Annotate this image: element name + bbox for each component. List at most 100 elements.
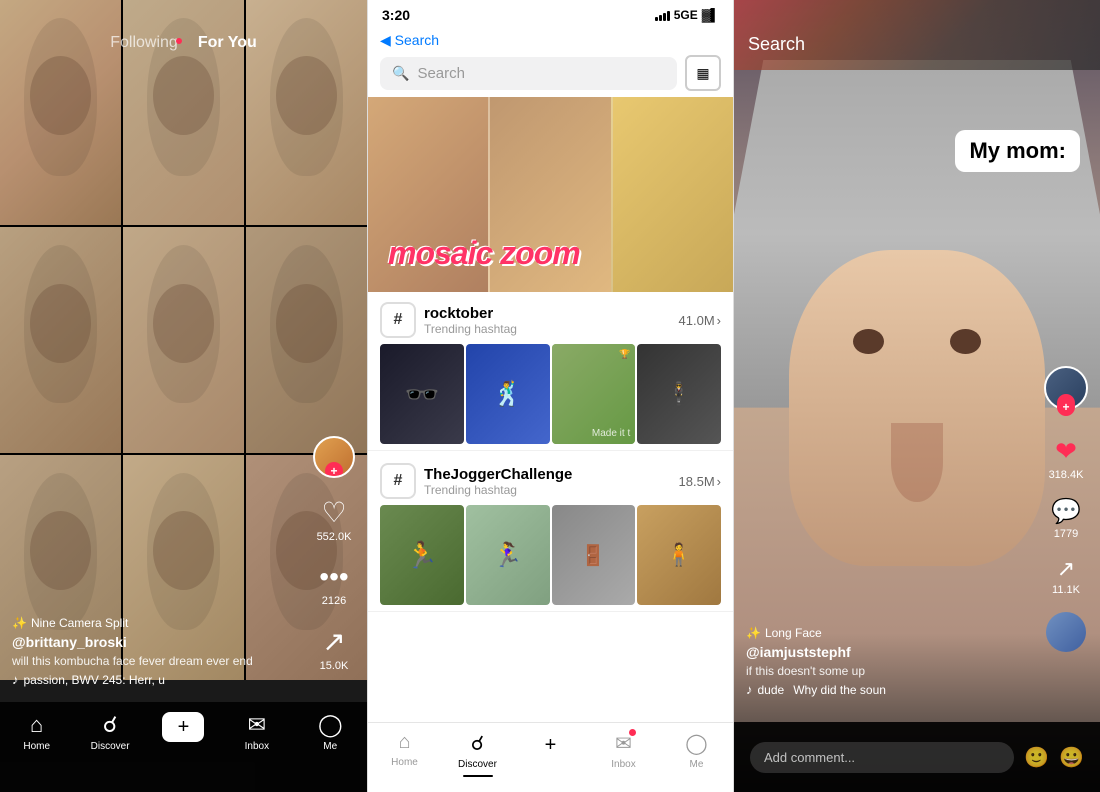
thumb-2-3[interactable]: 🚪	[552, 505, 636, 605]
p1-tab-me[interactable]: ◯ Me	[305, 712, 355, 752]
hashtag-name-1[interactable]: rocktober	[424, 305, 517, 322]
share-action-3[interactable]: ↗ 11.1K	[1052, 556, 1080, 596]
music-name-3a: dude	[758, 683, 785, 697]
hashtag-name-2[interactable]: TheJoggerChallenge	[424, 466, 572, 483]
comment-action-3[interactable]: 💬 1779	[1051, 497, 1081, 540]
hashtag-count-2: 18.5M ›	[679, 474, 721, 489]
comment-input-3[interactable]: Add comment...	[750, 742, 1014, 773]
comment-count-3: 1779	[1054, 528, 1078, 540]
like-action-1[interactable]: ♡ 552.0K	[317, 496, 352, 543]
hashtag-left-2: # TheJoggerChallenge Trending hashtag	[380, 463, 572, 499]
banner-face-3	[611, 97, 733, 292]
hashtag-thumbs-2: 🏃 🏃‍♀️ 🚪 🧍	[380, 505, 721, 605]
like-count-3: 318.4K	[1049, 469, 1084, 481]
p1-tab-inbox[interactable]: ✉ Inbox	[232, 712, 282, 752]
effect-name-1: Nine Camera Split	[31, 616, 128, 630]
grid-cell-5	[123, 227, 244, 452]
hashtag-section-2: # TheJoggerChallenge Trending hashtag 18…	[368, 453, 733, 612]
heart-icon-3: ❤	[1055, 436, 1077, 467]
share-icon-1: ↗	[322, 625, 345, 658]
add-button-2[interactable]: +	[530, 731, 572, 759]
back-arrow-2[interactable]: ◀ Search	[380, 32, 439, 49]
music-note-icon-3: ♪	[746, 682, 753, 697]
reaction-icon: 😀	[1059, 745, 1084, 770]
phone-3-screen: 3:19 5GE ▓▌ Search My mom: + ❤ 318.4K 💬	[734, 0, 1100, 792]
hashtag-section-1: # rocktober Trending hashtag 41.0M › 🕶️ …	[368, 292, 733, 451]
for-you-tab[interactable]: For You	[198, 34, 257, 52]
face-area	[789, 250, 1045, 566]
smiley-icon: 🙂	[1024, 745, 1049, 770]
thumb-2-1[interactable]: 🏃	[380, 505, 464, 605]
following-tab[interactable]: Following	[110, 34, 178, 52]
comment-action-1[interactable]: ••• 2126	[319, 561, 348, 607]
search-icon-p2: 🔍	[392, 65, 409, 82]
comment-icon-3: 💬	[1051, 497, 1081, 526]
creator-avatar-1[interactable]	[313, 436, 355, 478]
mouth-area	[891, 423, 942, 502]
battery-2: ▓▌	[702, 8, 719, 22]
hash-icon-1: #	[380, 302, 416, 338]
p2-inbox-label: Inbox	[611, 759, 635, 770]
follow-plus-icon[interactable]: +	[1057, 398, 1075, 416]
p1-bottom-nav: ⌂ Home ☌ Discover + ✉ Inbox ◯ Me	[0, 702, 367, 792]
status-bar-2: 3:20 5GE ▓▌	[368, 0, 733, 28]
p2-tab-inbox[interactable]: ✉ Inbox	[599, 731, 649, 770]
hashtag-thumbs-1: 🕶️ 🕺 Made it t 🏆 🕴️	[380, 344, 721, 444]
video-caption-1: will this kombucha face fever dream ever…	[12, 654, 297, 668]
back-arrow-3[interactable]: Search	[748, 34, 805, 55]
hashtag-info-1: rocktober Trending hashtag	[424, 305, 517, 336]
following-dot	[176, 38, 182, 44]
p2-discover-label: Discover	[458, 759, 497, 770]
thumb-1-1[interactable]: 🕶️	[380, 344, 464, 444]
p2-tab-home[interactable]: ⌂ Home	[380, 731, 430, 768]
p1-tab-discover[interactable]: ☌ Discover	[85, 712, 135, 752]
p2-bottom-nav: ⌂ Home ☌ Discover + ✉ Inbox ◯ Me	[368, 722, 733, 792]
creator-username-3[interactable]: @iamjuststephf	[746, 644, 1030, 660]
hashtag-count-val-2: 18.5M	[679, 474, 715, 489]
scan-icon[interactable]: ▦	[685, 55, 721, 91]
hashtag-sub-2: Trending hashtag	[424, 483, 572, 497]
home-icon-2: ⌂	[398, 731, 410, 754]
thumb-1-3[interactable]: Made it t 🏆	[552, 344, 636, 444]
search-input-2[interactable]: 🔍 Search	[380, 57, 677, 90]
creator-username-1[interactable]: @brittany_broski	[12, 634, 297, 650]
hashtag-count-val-1: 41.0M	[679, 313, 715, 328]
feed-nav: Following For You	[0, 28, 367, 58]
eye-left	[853, 329, 884, 354]
share-action-1[interactable]: ↗ 15.0K	[320, 625, 349, 672]
like-action-3[interactable]: ❤ 318.4K	[1049, 436, 1084, 481]
thumb-2-4[interactable]: 🧍	[637, 505, 721, 605]
music-name-1: passion, BWV 245: Herr, u	[24, 673, 165, 687]
status-right-2: 5GE ▓▌	[655, 8, 719, 22]
thumb-1-2[interactable]: 🕺	[466, 344, 550, 444]
p3-sidebar: + ❤ 318.4K 💬 1779 ↗ 11.1K	[1044, 366, 1088, 652]
heart-icon-1: ♡	[321, 496, 346, 529]
hashtag-header-2: # TheJoggerChallenge Trending hashtag 18…	[380, 463, 721, 499]
comment-count-1: 2126	[322, 595, 346, 607]
p3-profile-thumb[interactable]	[1046, 612, 1086, 652]
comment-icon-1: •••	[319, 561, 348, 593]
home-icon-1: ⌂	[30, 712, 43, 738]
p1-inbox-label: Inbox	[245, 741, 269, 752]
eye-right	[950, 329, 981, 354]
p1-tab-add[interactable]: +	[158, 712, 208, 742]
p2-tab-add[interactable]: +	[526, 731, 576, 759]
p1-tab-home[interactable]: ⌂ Home	[12, 712, 62, 752]
emoji-selector-btn[interactable]: 🙂	[1024, 745, 1049, 770]
reaction-btn[interactable]: 😀	[1059, 745, 1084, 770]
add-button-1[interactable]: +	[162, 712, 204, 742]
thumb-1-4[interactable]: 🕴️	[637, 344, 721, 444]
p2-discover-banner: mosaic zoom	[368, 97, 733, 292]
hashtag-sub-1: Trending hashtag	[424, 322, 517, 336]
signal-bar-2-1	[655, 17, 658, 21]
speech-bubble: My mom:	[955, 130, 1080, 172]
p2-tab-discover[interactable]: ☌ Discover	[453, 731, 503, 777]
thumb-2-2[interactable]: 🏃‍♀️	[466, 505, 550, 605]
comment-placeholder-3: Add comment...	[764, 750, 855, 765]
active-tab-indicator	[463, 775, 493, 777]
p2-tab-me[interactable]: ◯ Me	[672, 731, 722, 770]
grid-cell-4	[0, 227, 121, 452]
effect-badge-3: ✨ Long Face	[746, 626, 1030, 640]
banner-title: mosaic zoom	[388, 235, 580, 272]
profile-icon-2: ◯	[685, 731, 707, 756]
